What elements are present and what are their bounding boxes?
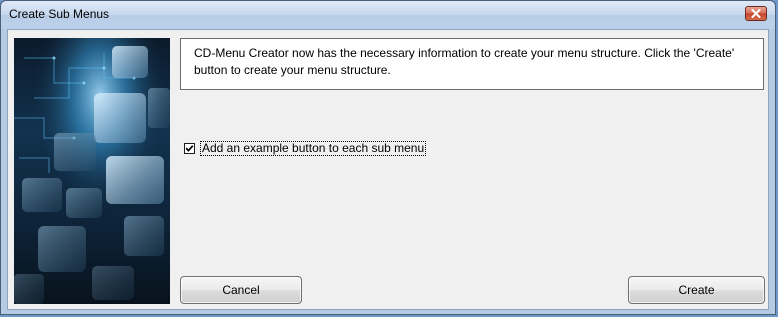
dialog-body: CD-Menu Creator now has the necessary in… — [7, 29, 769, 310]
close-button[interactable] — [745, 6, 767, 21]
checkmark-icon — [185, 144, 194, 152]
create-button-label: Create — [678, 283, 715, 297]
cancel-button[interactable]: Cancel — [180, 276, 302, 304]
example-button-label[interactable]: Add an example button to each sub menu — [200, 140, 427, 156]
example-button-option[interactable]: Add an example button to each sub menu — [184, 140, 427, 156]
window-title: Create Sub Menus — [9, 7, 110, 21]
close-icon — [751, 9, 761, 18]
cancel-button-label: Cancel — [222, 283, 260, 297]
info-message: CD-Menu Creator now has the necessary in… — [180, 38, 764, 90]
dialog-window: Create Sub Menus CD-Menu Creator now has… — [0, 0, 776, 315]
title-bar[interactable]: Create Sub Menus — [1, 1, 775, 29]
create-button[interactable]: Create — [628, 276, 765, 304]
example-button-checkbox[interactable] — [184, 142, 195, 154]
decorative-image — [14, 38, 170, 304]
info-text: CD-Menu Creator now has the necessary in… — [194, 46, 735, 77]
